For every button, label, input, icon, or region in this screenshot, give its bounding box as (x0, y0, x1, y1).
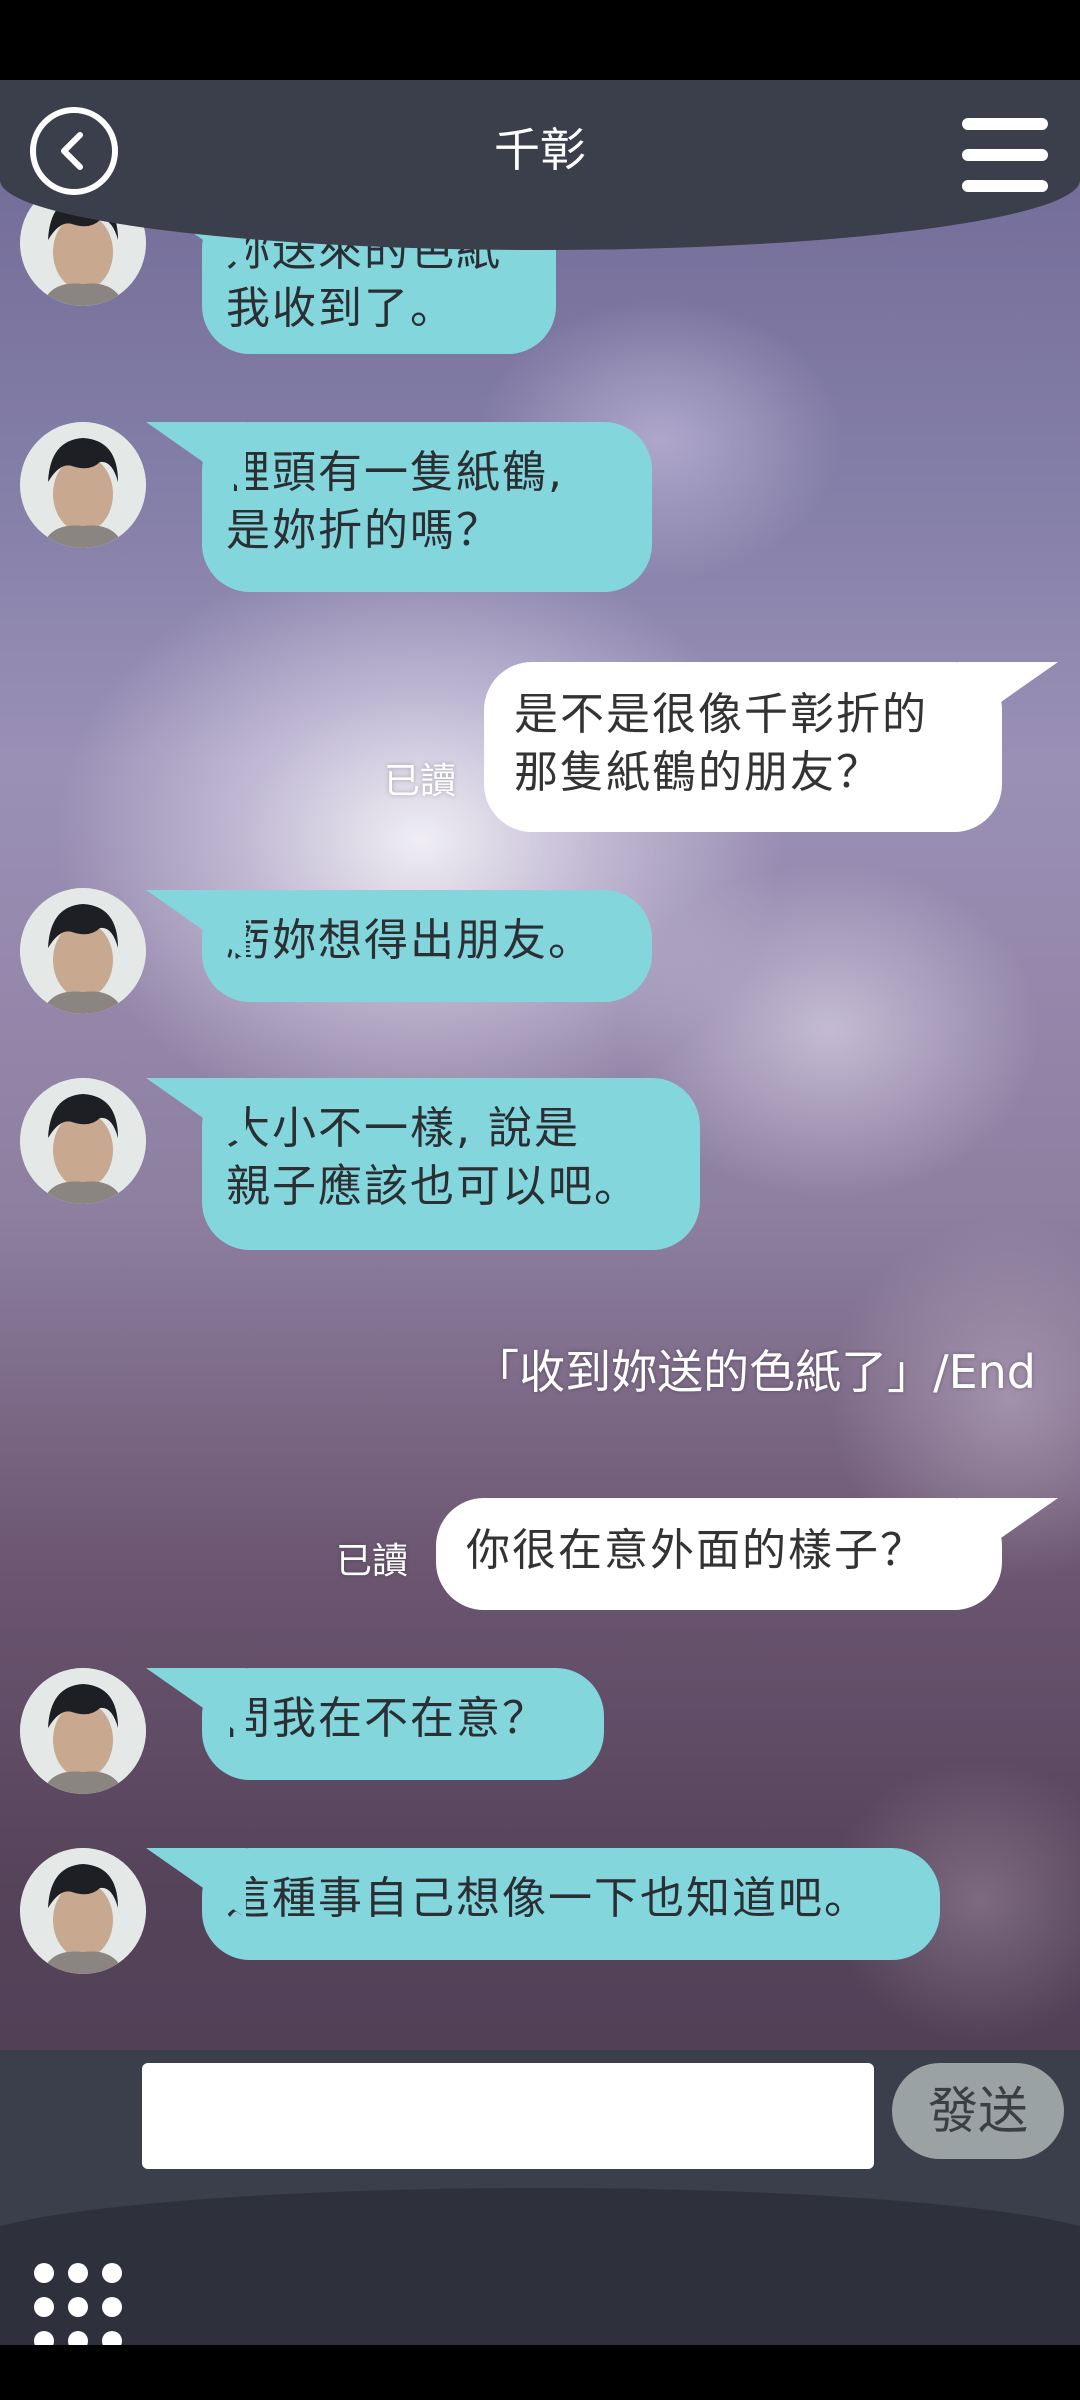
contact-name: 千彰 (494, 123, 586, 177)
chapter-end-note: 「收到妳送的色紙了」/End (473, 1345, 1036, 1399)
hamburger-line (962, 180, 1048, 192)
contact-avatar[interactable] (20, 422, 146, 548)
contact-avatar[interactable] (20, 1848, 146, 1974)
hamburger-line (962, 149, 1048, 161)
grid-dot (34, 2297, 54, 2317)
outgoing-message: 是不是很像千彰折的 那隻紙鶴的朋友？ (484, 662, 1002, 832)
chat-header: 千彰 (0, 80, 1080, 250)
grid-dot (34, 2331, 54, 2345)
chat-screen: 妳送來的色紙 我收到了。 裡頭有一隻紙鶴, 是妳折的嗎？ 已讀 是不是很像千彰折… (0, 80, 1080, 2345)
send-button[interactable]: 發送 (892, 2063, 1064, 2159)
status-bar (0, 0, 1080, 80)
grid-dot (102, 2297, 122, 2317)
grid-dot (68, 2297, 88, 2317)
incoming-message: 這種事自己想像一下也知道吧。 (202, 1848, 940, 1960)
incoming-message: 虧妳想得出朋友。 (202, 890, 652, 1002)
system-nav-bar (0, 2345, 1080, 2400)
incoming-message: 裡頭有一隻紙鶴, 是妳折的嗎？ (202, 422, 652, 592)
hamburger-icon (962, 118, 1048, 130)
grid-dot (102, 2263, 122, 2283)
apps-grid-button[interactable] (34, 2263, 122, 2345)
contact-avatar[interactable] (20, 888, 146, 1014)
incoming-message: 問我在不在意？ (202, 1668, 604, 1780)
menu-button[interactable] (962, 118, 1048, 192)
grid-dot (102, 2331, 122, 2345)
incoming-message: 大小不一樣, 說是 親子應該也可以吧。 (202, 1078, 700, 1250)
contact-avatar[interactable] (20, 1668, 146, 1794)
composer-bar: 發送 (0, 2050, 1080, 2345)
grid-dot (68, 2331, 88, 2345)
read-receipt: 已讀 (336, 1541, 409, 1582)
contact-avatar[interactable] (20, 1078, 146, 1204)
message-input[interactable] (142, 2063, 874, 2169)
bottom-panel (0, 2188, 1080, 2345)
grid-dot (68, 2263, 88, 2283)
outgoing-message: 你很在意外面的樣子？ (436, 1498, 1002, 1610)
read-receipt: 已讀 (384, 761, 457, 802)
message-list[interactable]: 妳送來的色紙 我收到了。 裡頭有一隻紙鶴, 是妳折的嗎？ 已讀 是不是很像千彰折… (0, 80, 1080, 2050)
grid-dots-icon (34, 2263, 54, 2283)
